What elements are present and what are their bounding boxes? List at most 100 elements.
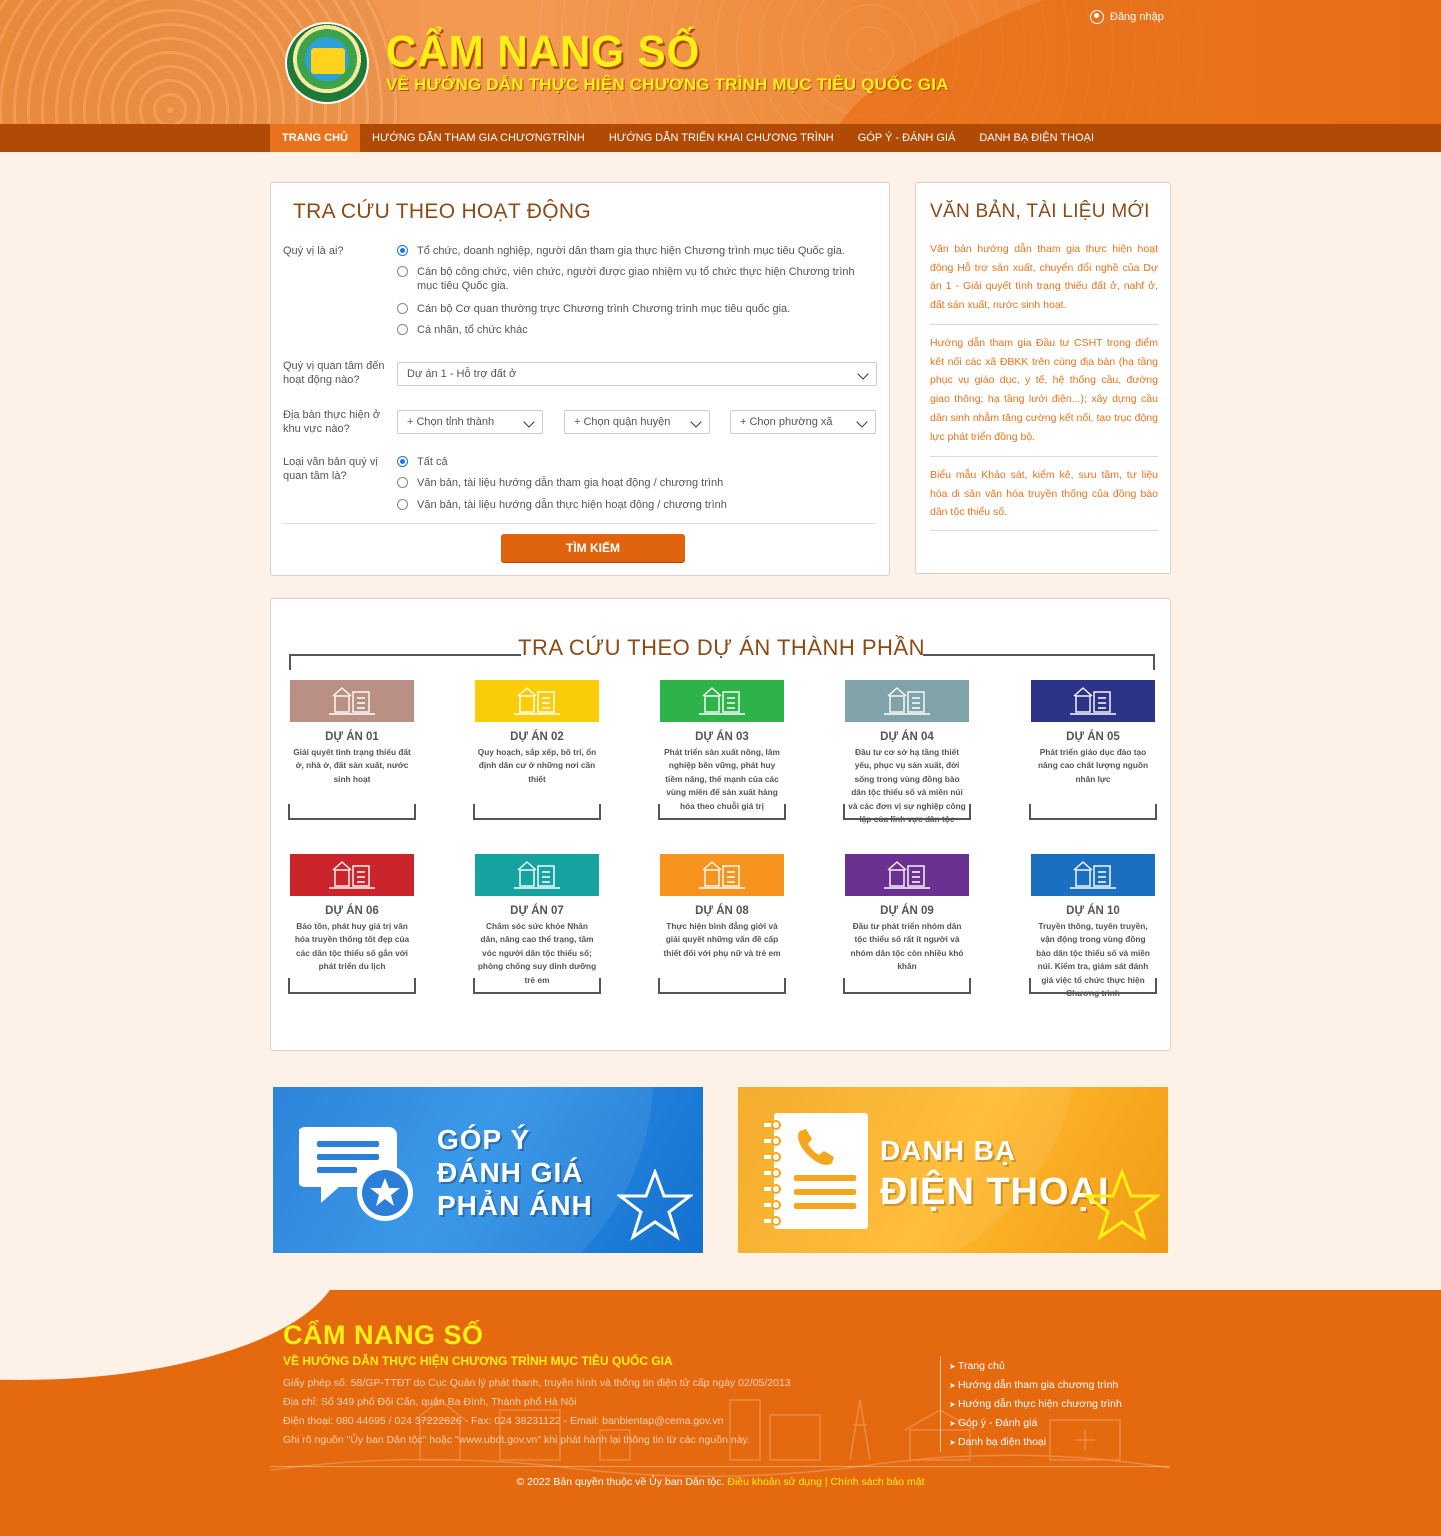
project-tile[interactable] xyxy=(290,854,414,896)
nav-item-implement-guide[interactable]: HƯỚNG DẪN TRIỂN KHAI CHƯƠNG TRÌNH xyxy=(597,124,846,152)
houses-icon xyxy=(329,687,375,715)
doc-type-option[interactable]: Văn bản, tài liệu hướng dẫn tham gia hoạ… xyxy=(397,476,877,490)
project-tile[interactable] xyxy=(290,680,414,722)
footer-link-implement[interactable]: Hướng dẫn thực hiện chương trình xyxy=(949,1395,1122,1414)
privacy-link[interactable]: Chính sách bảo mật xyxy=(831,1476,925,1488)
project-card[interactable]: DỰ ÁN 04 Đầu tư cơ sở hạ tầng thiết yếu, … xyxy=(843,680,971,826)
footer-link-feedback[interactable]: Góp ý - Đánh giá xyxy=(949,1414,1122,1433)
project-desc: Thực hiện bình đẳng giới và giải quyết n… xyxy=(663,921,781,958)
footer-link-participate[interactable]: Hướng dẫn tham gia chương trình xyxy=(949,1376,1122,1395)
project-tile[interactable] xyxy=(845,680,969,722)
login-label: Đăng nhập xyxy=(1110,11,1164,23)
project-card[interactable]: DỰ ÁN 10 Truyền thông, tuyên truyền, vận … xyxy=(1029,854,1157,1000)
footer-subtitle: VỀ HƯỚNG DẪN THỰC HIỆN CHƯƠNG TRÌNH MỤC … xyxy=(283,1354,673,1368)
doc-type-label: Loại văn bản quý vị quan tâm là? xyxy=(283,456,378,482)
projects-panel: TRA CỨU THEO DỰ ÁN THÀNH PHẦN DỰ ÁN 01 Gi… xyxy=(270,598,1171,1051)
nav-item-feedback[interactable]: GÓP Ý - ĐÁNH GIÁ xyxy=(846,124,968,152)
activity-select[interactable]: Dự án 1 - Hỗ trợ đất ở xyxy=(397,362,877,386)
project-tile[interactable] xyxy=(475,854,599,896)
project-tile[interactable] xyxy=(475,680,599,722)
project-card[interactable]: DỰ ÁN 09 Đầu tư phát triển nhóm dân tộc t… xyxy=(843,854,971,994)
project-card[interactable]: DỰ ÁN 01 Giải quyết tình trạng thiếu đất … xyxy=(288,680,416,820)
login-link[interactable]: Đăng nhập xyxy=(1090,10,1164,24)
feedback-banner[interactable]: GÓP Ý ĐÁNH GIÁ PHẢN ÁNH xyxy=(273,1087,703,1253)
new-documents-title: VĂN BẢN, TÀI LIỆU MỚI xyxy=(930,201,1150,222)
site-logo[interactable] xyxy=(285,22,369,104)
news-item[interactable]: Hướng dẫn tham gia Đầu tư CSHT trọng điể… xyxy=(930,334,1158,446)
card-bracket xyxy=(288,804,416,820)
feedback-line: ĐÁNH GIÁ xyxy=(437,1157,584,1188)
ward-select[interactable]: + Chọn phường xã xyxy=(730,410,876,434)
village-icon xyxy=(514,687,560,715)
project-desc: Phát triển sản xuất nông, lâm nghiệp bền… xyxy=(664,747,780,811)
card-bracket xyxy=(473,804,601,820)
project-name: DỰ ÁN 02 xyxy=(510,731,564,743)
radio-icon[interactable] xyxy=(397,266,408,277)
radio-icon[interactable] xyxy=(397,303,408,314)
footer-address: Địa chỉ: Số 349 phố Đội Cấn, quận Ba Đìn… xyxy=(283,1396,577,1408)
radio-icon[interactable] xyxy=(397,499,408,510)
project-card[interactable]: DỰ ÁN 07 Chăm sóc sức khỏe Nhân dân, nâng… xyxy=(473,854,601,994)
doc-type-option[interactable]: Tất cả xyxy=(397,455,877,469)
terms-link[interactable]: Điều khoản sử dụng xyxy=(727,1476,822,1488)
footer-license: Giấy phép số: 58/GP-TTĐT do Cục Quản lý … xyxy=(283,1377,791,1389)
site-title: CẨM NANG SỐ xyxy=(386,26,701,77)
logo-house-icon xyxy=(311,48,345,74)
infrastructure-icon xyxy=(884,687,930,715)
who-option-label: Tổ chức, doanh nghiệp, người dân tham gi… xyxy=(417,245,845,257)
activity-search-panel: TRA CỨU THEO HOẠT ĐỘNG Quý vị là ai? Tổ … xyxy=(270,182,890,576)
project-tile[interactable] xyxy=(660,854,784,896)
project-name: DỰ ÁN 01 xyxy=(325,731,379,743)
search-button[interactable]: TÌM KIẾM xyxy=(501,534,685,562)
project-name: DỰ ÁN 08 xyxy=(695,905,749,917)
who-option[interactable]: Cán bộ công chức, viên chức, người được … xyxy=(397,265,877,293)
projects-title: TRA CỨU THEO DỰ ÁN THÀNH PHẦN xyxy=(518,635,925,660)
project-name: DỰ ÁN 06 xyxy=(325,905,379,917)
nav-item-home[interactable]: TRANG CHỦ xyxy=(270,124,360,152)
footer-link-phonebook[interactable]: Danh bạ điện thoại xyxy=(949,1433,1122,1452)
nav-item-participate-guide[interactable]: HƯỚNG DẪN THAM GIA CHƯƠNGTRÌNH xyxy=(360,124,597,152)
project-card[interactable]: DỰ ÁN 08 Thực hiện bình đẳng giới và giải… xyxy=(658,854,786,994)
project-name: DỰ ÁN 09 xyxy=(880,905,934,917)
news-item[interactable]: Văn bản hướng dẫn tham gia thực hiện hoạ… xyxy=(930,240,1158,315)
province-select[interactable]: + Chọn tỉnh thành xyxy=(397,410,543,434)
doc-type-option[interactable]: Văn bản, tài liệu hướng dẫn thực hiện ho… xyxy=(397,498,877,512)
project-tile[interactable] xyxy=(845,854,969,896)
chevron-down-icon xyxy=(523,416,535,428)
area-label: Địa bàn thực hiện ở khu vực nào? xyxy=(283,409,381,435)
province-select-value: + Chọn tỉnh thành xyxy=(407,416,495,428)
feedback-line: GÓP Ý xyxy=(437,1124,531,1155)
project-card[interactable]: DỰ ÁN 06 Bảo tồn, phát huy giá trị văn hó… xyxy=(288,854,416,994)
link-separator: | xyxy=(824,1476,828,1488)
who-option[interactable]: Cán bộ Cơ quan thường trực Chương trình … xyxy=(397,302,877,316)
radio-checked-icon[interactable] xyxy=(397,245,408,256)
card-bracket xyxy=(1029,804,1157,820)
project-tile[interactable] xyxy=(660,680,784,722)
activity-label: Quý vị quan tâm đến hoạt động nào? xyxy=(283,360,385,386)
footer-links: Trang chủ Hướng dẫn tham gia chương trìn… xyxy=(940,1357,1122,1452)
who-option-label: Cán bộ công chức, viên chức, người được … xyxy=(417,266,855,292)
district-select[interactable]: + Chọn quận huyện xyxy=(564,410,710,434)
project-tile[interactable] xyxy=(1031,680,1155,722)
footer-link-home[interactable]: Trang chủ xyxy=(949,1357,1122,1376)
divider xyxy=(270,1466,1170,1467)
project-desc: Bảo tồn, phát huy giá trị văn hóa truyền… xyxy=(294,921,410,972)
who-option[interactable]: Cá nhân, tổ chức khác xyxy=(397,323,877,337)
who-option[interactable]: Tổ chức, doanh nghiệp, người dân tham gi… xyxy=(397,244,877,258)
divider xyxy=(283,523,875,524)
card-bracket xyxy=(473,978,601,994)
card-bracket xyxy=(288,978,416,994)
radio-checked-icon[interactable] xyxy=(397,456,408,467)
project-tile[interactable] xyxy=(1031,854,1155,896)
phonebook-banner[interactable]: DANH BẠ ĐIỆN THOẠI xyxy=(738,1087,1168,1253)
news-item[interactable]: Biểu mẫu Khảo sát, kiểm kê, sưu tầm, tư … xyxy=(930,466,1158,522)
project-card[interactable]: DỰ ÁN 03 Phát triển sản xuất nông, lâm ng… xyxy=(658,680,786,820)
radio-icon[interactable] xyxy=(397,324,408,335)
radio-icon[interactable] xyxy=(397,477,408,488)
project-card[interactable]: DỰ ÁN 02 Quy hoạch, sắp xếp, bố trí, ổn đ… xyxy=(473,680,601,820)
divider xyxy=(930,456,1158,457)
card-bracket xyxy=(1029,978,1157,994)
nav-item-phonebook[interactable]: DANH BẠ ĐIỆN THOẠI xyxy=(967,124,1106,152)
project-card[interactable]: DỰ ÁN 05 Phát triển giáo dục đào tạo nâng… xyxy=(1029,680,1157,820)
who-option-label: Cá nhân, tổ chức khác xyxy=(417,324,528,336)
